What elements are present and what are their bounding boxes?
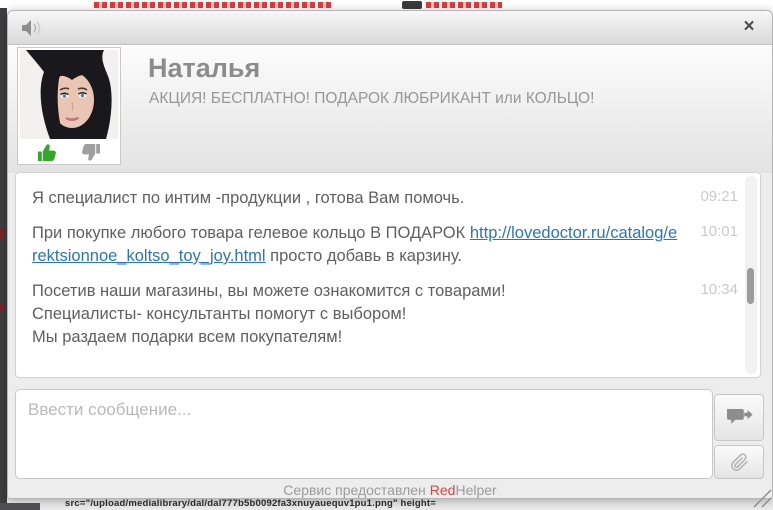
- message-text-part: просто добавь в карзину.: [270, 247, 463, 265]
- page-text-fragment: [402, 1, 422, 9]
- page-source-text: src="/upload/medialibrary/dal/dal777b5b0…: [65, 498, 437, 509]
- message-line: Специалисты- консультанты помогут с выбо…: [32, 305, 407, 323]
- page-red-fragment: [0, 304, 4, 312]
- avatar: [17, 47, 121, 165]
- page-dark-fragment: [0, 503, 40, 510]
- thumbs-up-icon: [38, 143, 56, 161]
- page-background-left: [0, 8, 7, 510]
- message-text: При покупке любого товара гелевое кольцо…: [32, 222, 690, 268]
- rating-buttons: [20, 139, 118, 163]
- titlebar: ×: [8, 11, 772, 45]
- brand-rest[interactable]: Helper: [455, 482, 496, 498]
- message-line: Посетив наши магазины, вы можете ознаком…: [32, 282, 506, 300]
- paperclip-icon: [730, 452, 748, 471]
- send-message-icon: [726, 408, 753, 424]
- footer-text: Сервис предоставлен: [283, 482, 426, 498]
- message-timestamp: 09:21: [700, 188, 738, 205]
- message-input[interactable]: [15, 389, 713, 479]
- message: Посетив наши магазины, вы можете ознаком…: [32, 280, 746, 349]
- scrollbar-thumb[interactable]: [747, 268, 754, 304]
- scrollbar-track[interactable]: [745, 176, 757, 374]
- message-text: Я специалист по интим -продукции , готов…: [32, 189, 465, 207]
- operator-name: Наталья: [148, 53, 261, 83]
- operator-header: Наталья АКЦИЯ! БЕСПЛАТНО! ПОДАРОК ЛЮБРИК…: [8, 45, 772, 173]
- thumbs-down-button[interactable]: [79, 143, 102, 162]
- message-text-part: При покупке любого товара гелевое кольцо…: [32, 224, 466, 242]
- page-red-link-fragment: [426, 2, 502, 8]
- brand-red[interactable]: Red: [430, 482, 456, 498]
- speaker-icon: [22, 20, 41, 36]
- close-button[interactable]: ×: [739, 16, 759, 38]
- resize-handle-icon[interactable]: [750, 486, 772, 508]
- thumbs-down-icon: [82, 143, 100, 161]
- operator-photo: [20, 50, 118, 139]
- send-button[interactable]: [714, 394, 764, 441]
- attach-file-button[interactable]: [714, 445, 764, 479]
- message-list[interactable]: Я специалист по интим -продукции , готов…: [15, 172, 761, 378]
- footer-branding: Сервис предоставлен RedHelper: [8, 482, 772, 498]
- message-text: Посетив наши магазины, вы можете ознаком…: [32, 280, 690, 349]
- thumbs-up-button[interactable]: [36, 143, 59, 162]
- page-background-top: [0, 0, 773, 10]
- operator-status-message: АКЦИЯ! БЕСПЛАТНО! ПОДАРОК ЛЮБРИКАНТ или …: [149, 90, 595, 107]
- mute-sound-button[interactable]: [20, 18, 44, 38]
- message-timestamp: 10:34: [700, 281, 738, 298]
- page-red-link-fragment: [94, 2, 332, 8]
- message: При покупке любого товара гелевое кольцо…: [32, 222, 746, 268]
- message-line: Мы раздаем подарки всем покупателям!: [32, 328, 343, 346]
- page-red-fragment: [0, 228, 4, 240]
- message-timestamp: 10:01: [700, 223, 738, 240]
- message: Я специалист по интим -продукции , готов…: [32, 187, 746, 210]
- chat-widget: × Наталья АКЦИЯ! БЕСПЛАТНО! ПОДАРОК ЛЮБР…: [7, 10, 773, 499]
